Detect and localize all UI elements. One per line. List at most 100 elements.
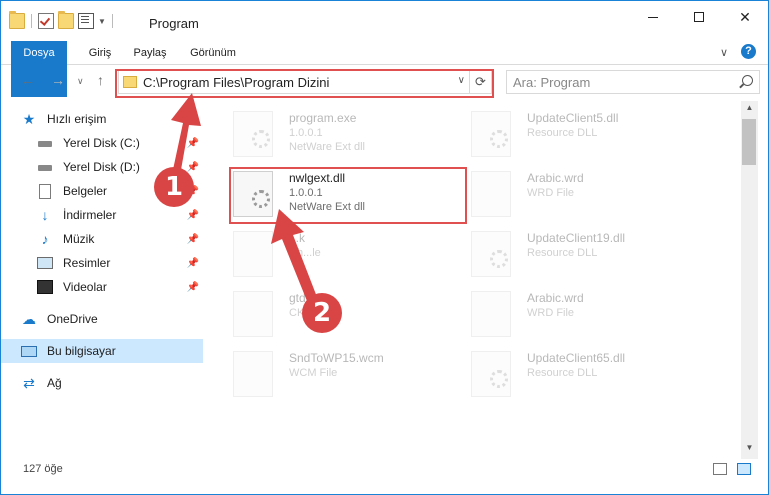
scroll-thumb[interactable] — [742, 119, 756, 165]
navigation-pane: ★ Hızlı erişim Yerel Disk (C:) 📌 Yerel D… — [1, 101, 211, 461]
status-bar: 127 öğe — [1, 459, 768, 481]
maximize-button[interactable] — [676, 1, 722, 33]
title-bar: ▼ Program ✕ — [1, 1, 768, 41]
scroll-up-icon[interactable]: ▲ — [741, 103, 758, 117]
chevron-down-icon[interactable]: ▼ — [98, 17, 106, 26]
callout-badge-one: 1 — [154, 167, 194, 207]
sidebar-item-label: Yerel Disk (C:) — [63, 136, 140, 150]
file-type: WRD File — [527, 187, 575, 199]
help-icon[interactable]: ? — [741, 44, 756, 59]
sidebar-item-network[interactable]: ⇄ Ağ — [1, 371, 203, 395]
file-icon — [471, 231, 511, 277]
documents-icon — [39, 183, 51, 199]
pin-icon[interactable]: 📌 — [187, 282, 199, 293]
pin-icon[interactable]: 📌 — [187, 234, 199, 245]
file-type: Resource DLL — [527, 127, 598, 139]
sidebar-item-quick-access[interactable]: ★ Hızlı erişim — [1, 107, 203, 131]
sidebar-item-label: Resimler — [63, 256, 111, 270]
file-icon — [233, 231, 273, 277]
properties-icon[interactable] — [78, 13, 94, 29]
pin-icon[interactable]: 📌 — [187, 210, 199, 221]
sidebar-item-disk-c[interactable]: Yerel Disk (C:) 📌 — [1, 131, 203, 155]
sidebar-item-music[interactable]: ♪ Müzik 📌 — [1, 227, 203, 251]
properties-check-icon[interactable] — [38, 13, 54, 29]
sidebar-item-label: Müzik — [63, 232, 95, 246]
file-icon — [471, 111, 511, 157]
gear-icon — [490, 370, 508, 388]
list-item[interactable]: UpdateClient19.dll Resource DLL — [463, 225, 703, 281]
pin-icon[interactable]: 📌 — [187, 258, 199, 269]
gear-icon — [490, 130, 508, 148]
file-icon — [233, 111, 273, 157]
sidebar-item-label: Bu bilgisayar — [47, 344, 116, 358]
sidebar-item-label: OneDrive — [47, 312, 98, 326]
list-item[interactable]: program.exe 1.0.0.1 NetWare Ext dll — [225, 105, 465, 161]
toolbar-divider — [31, 14, 32, 28]
file-icon — [471, 351, 511, 397]
tiles-view-icon[interactable] — [737, 463, 751, 475]
file-icon — [233, 351, 273, 397]
file-name: UpdateClient5.dll — [527, 111, 619, 125]
disk-icon — [37, 135, 53, 151]
tab-share[interactable]: Paylaş — [123, 41, 177, 65]
details-view-icon[interactable] — [713, 463, 727, 475]
sidebar-item-onedrive[interactable]: ☁ OneDrive — [1, 307, 203, 331]
videos-icon — [37, 280, 53, 294]
file-type: Resource DLL — [527, 367, 598, 379]
file-highlight-box — [229, 167, 467, 224]
forward-button[interactable]: → — [51, 72, 65, 88]
search-box[interactable]: Ara: Program — [506, 70, 760, 94]
minimize-button[interactable] — [630, 1, 676, 33]
list-item[interactable]: SndToWP15.wcm WCM File — [225, 345, 465, 401]
recent-locations-button[interactable]: ∨ — [77, 76, 84, 87]
sidebar-item-videos[interactable]: Videolar 📌 — [1, 275, 203, 299]
chevron-down-icon[interactable]: ∨ — [720, 46, 728, 59]
item-count: 127 öğe — [23, 463, 63, 475]
sidebar-item-label: Yerel Disk (D:) — [63, 160, 140, 174]
sidebar-item-label: Hızlı erişim — [47, 112, 107, 126]
file-name: UpdateClient19.dll — [527, 231, 626, 245]
download-icon: ↓ — [41, 207, 49, 223]
pin-icon[interactable]: 📌 — [187, 138, 199, 149]
address-highlight-box — [115, 69, 494, 98]
file-name: program.exe — [289, 111, 357, 125]
list-item[interactable]: ...k Ch...le — [225, 225, 465, 281]
file-name: SndToWP15.wcm — [289, 351, 384, 365]
callout-badge-two: 2 — [302, 293, 342, 333]
network-icon: ⇄ — [23, 375, 35, 391]
window-title: Program — [149, 16, 199, 31]
file-icon — [471, 291, 511, 337]
list-item[interactable]: gtd.c... CK... — [225, 285, 465, 341]
file-icon — [233, 291, 273, 337]
gear-icon — [490, 250, 508, 268]
search-input[interactable]: Ara: Program — [513, 75, 590, 90]
back-button[interactable]: ← — [21, 72, 35, 88]
disk-icon — [37, 159, 53, 175]
sidebar-item-this-pc[interactable]: Bu bilgisayar — [1, 339, 203, 363]
close-button[interactable]: ✕ — [722, 1, 768, 33]
music-icon: ♪ — [41, 231, 49, 247]
window-controls: ✕ — [630, 1, 768, 33]
list-item[interactable]: UpdateClient5.dll Resource DLL — [463, 105, 703, 161]
list-item[interactable]: Arabic.wrd WRD File — [463, 165, 703, 221]
pin-icon[interactable]: 📌 — [187, 162, 199, 173]
sidebar-item-label: Videolar — [63, 280, 107, 294]
new-folder-icon[interactable] — [58, 11, 74, 29]
tab-view[interactable]: Görünüm — [181, 41, 245, 65]
file-list: program.exe 1.0.0.1 NetWare Ext dll Upda… — [213, 101, 741, 459]
tab-home[interactable]: Giriş — [77, 41, 123, 65]
list-item[interactable]: Arabic.wrd WRD File — [463, 285, 703, 341]
file-icon — [471, 171, 511, 217]
file-name: Arabic.wrd — [527, 291, 584, 305]
folder-icon — [9, 11, 25, 29]
file-name: UpdateClient65.dll — [527, 351, 626, 365]
sidebar-item-label: Belgeler — [63, 184, 108, 198]
scroll-down-icon[interactable]: ▼ — [741, 443, 758, 457]
list-item[interactable]: UpdateClient65.dll Resource DLL — [463, 345, 703, 401]
sidebar-item-pictures[interactable]: Resimler 📌 — [1, 251, 203, 275]
file-version: 1.0.0.1 — [289, 127, 323, 139]
up-button[interactable]: ↑ — [97, 72, 104, 88]
vertical-scrollbar[interactable]: ▲ ▼ — [741, 101, 758, 459]
quick-access-toolbar: ▼ — [9, 11, 115, 29]
computer-icon — [21, 345, 37, 357]
